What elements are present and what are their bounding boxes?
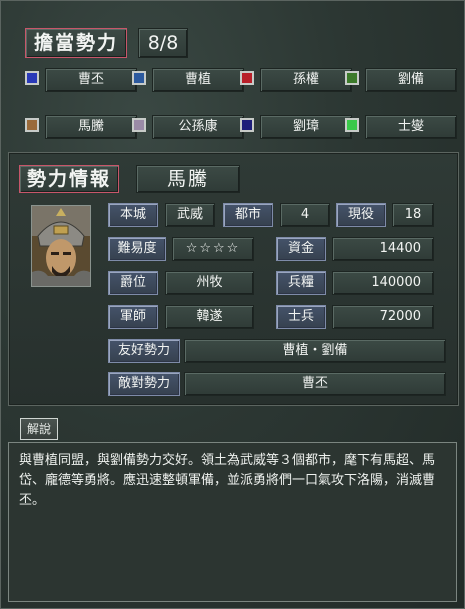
faction-color-swatch [132,118,146,132]
friendly-factions-value: 曹植・劉備 [184,339,446,363]
faction-color-swatch [345,71,359,85]
faction-name[interactable]: 公孫康 [152,115,244,139]
faction-color-swatch [345,118,359,132]
faction-count-value: 8/8 [138,28,188,58]
faction-name[interactable]: 士燮 [365,115,457,139]
faction-info-title: 勢力情報 [19,165,119,193]
friendly-factions-label: 友好勢力 [108,339,180,363]
rank-value: 州牧 [165,271,254,295]
faction-selector-7[interactable]: 劉璋 [240,115,352,139]
advisor-value: 韓遂 [165,305,254,329]
cities-value: 4 [280,203,330,227]
troops-label: 士兵 [276,305,326,329]
faction-color-swatch [240,118,254,132]
cities-label: 都市 [223,203,273,227]
faction-color-swatch [240,71,254,85]
faction-selector-8[interactable]: 士燮 [345,115,457,139]
funds-label: 資金 [276,237,326,261]
difficulty-stars: ☆☆☆☆ [172,237,254,261]
description-label: 解說 [20,418,58,440]
faction-selector-5[interactable]: 馬騰 [25,115,137,139]
funds-value: 14400 [332,237,434,261]
faction-name[interactable]: 孫權 [260,68,352,92]
faction-selector-4[interactable]: 劉備 [345,68,457,92]
hostile-factions-value: 曹丕 [184,372,446,396]
hostile-factions-label: 敵對勢力 [108,372,180,396]
faction-name[interactable]: 馬騰 [45,115,137,139]
faction-selector-2[interactable]: 曹植 [132,68,244,92]
description-text: 與曹植同盟，與劉備勢力交好。領土為武威等３個都市，麾下有馬超、馬岱、龐德等勇將。… [8,442,457,602]
advisor-label: 軍師 [108,305,158,329]
faction-color-swatch [132,71,146,85]
ruler-portrait [31,205,91,287]
troops-value: 72000 [332,305,434,329]
faction-count-label: 擔當勢力 [25,28,127,58]
ruler-name: 馬騰 [136,165,240,193]
status-label: 現役 [336,203,386,227]
faction-name[interactable]: 劉備 [365,68,457,92]
faction-selector-1[interactable]: 曹丕 [25,68,137,92]
faction-selector-3[interactable]: 孫權 [240,68,352,92]
faction-name[interactable]: 劉璋 [260,115,352,139]
difficulty-label: 難易度 [108,237,166,261]
food-label: 兵糧 [276,271,326,295]
faction-color-swatch [25,118,39,132]
castle-value: 武威 [165,203,215,227]
status-value: 18 [392,203,434,227]
food-value: 140000 [332,271,434,295]
rank-label: 爵位 [108,271,158,295]
faction-color-swatch [25,71,39,85]
castle-label: 本城 [108,203,158,227]
faction-selector-6[interactable]: 公孫康 [132,115,244,139]
faction-name[interactable]: 曹丕 [45,68,137,92]
faction-name[interactable]: 曹植 [152,68,244,92]
